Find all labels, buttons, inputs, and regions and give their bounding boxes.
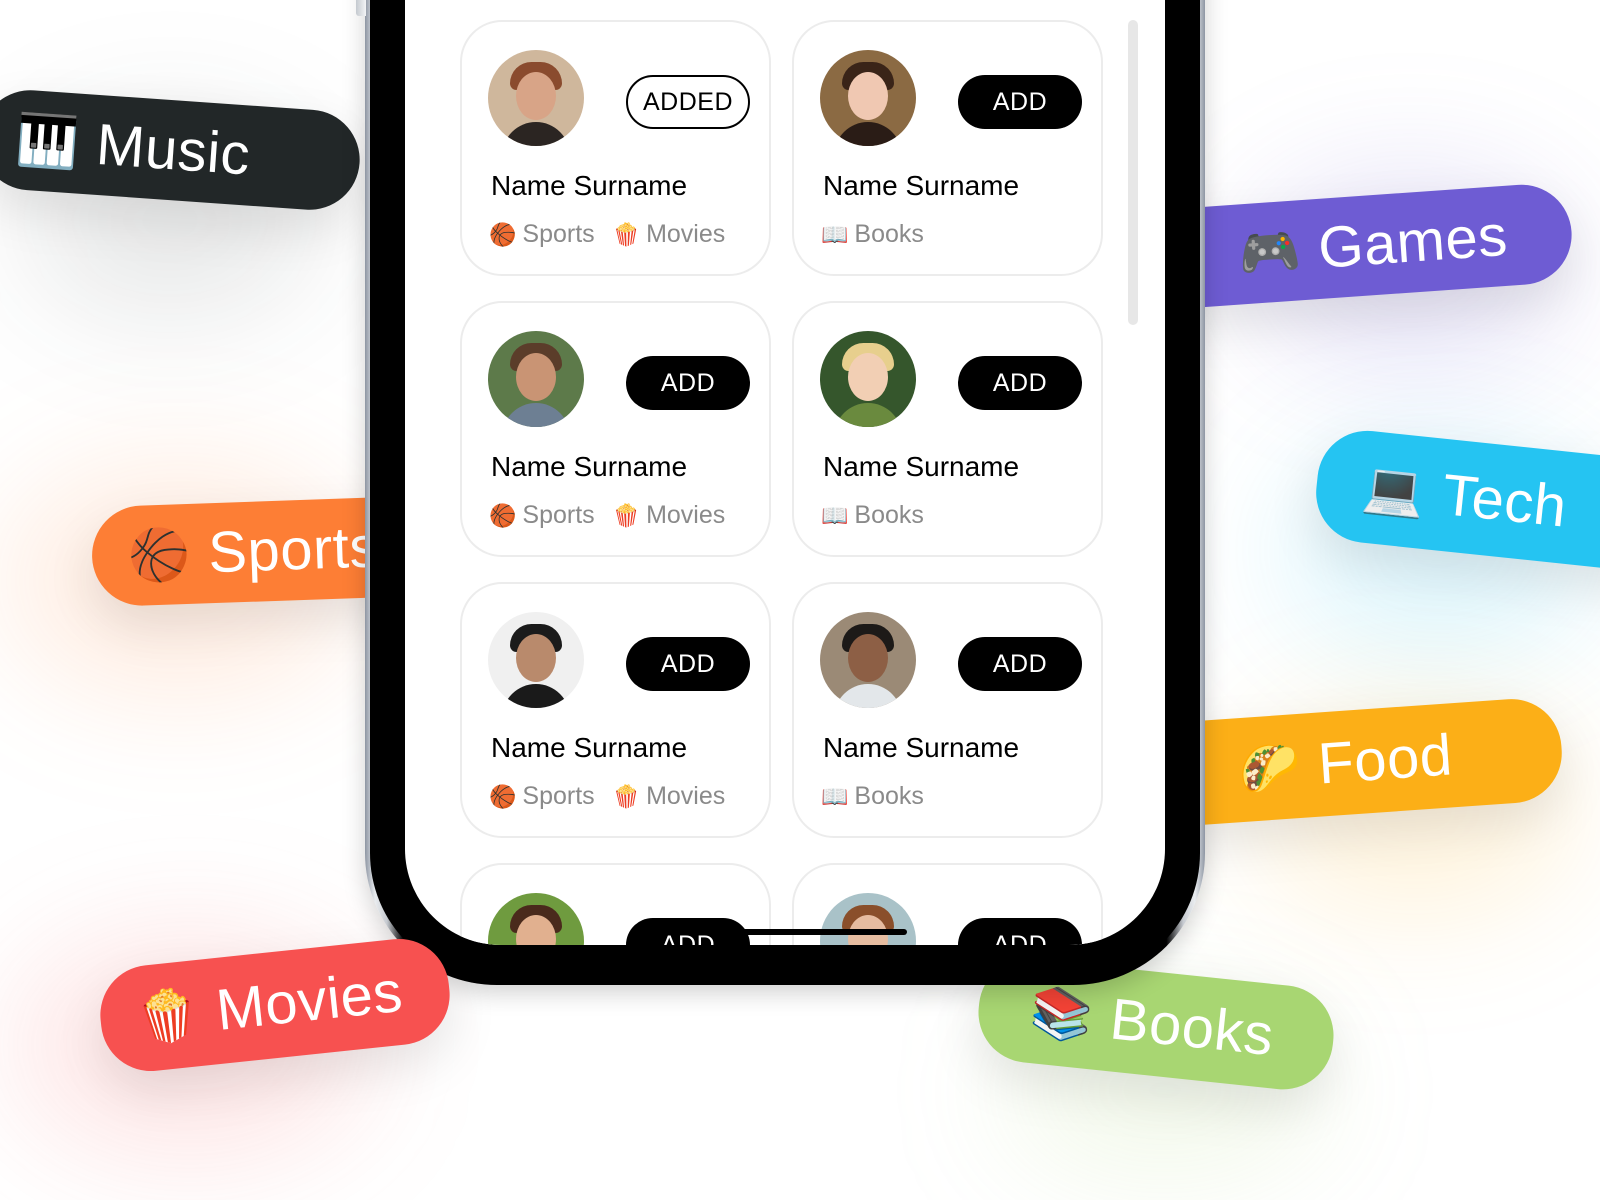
person-name: Name Surname	[823, 451, 1020, 482]
tag-label: Sports	[522, 220, 595, 248]
person-name: Name Surname	[823, 732, 1020, 763]
tag-label: Movies	[646, 220, 726, 248]
pill-label: Books	[1107, 986, 1277, 1069]
add-button[interactable]: ADD	[626, 918, 750, 945]
interest-tags: 🏀 Sports 🍿 Movies	[489, 220, 725, 249]
phone-side-button	[356, 0, 366, 16]
interest-tags: 📖 Books	[821, 782, 924, 811]
avatar	[820, 612, 916, 708]
basketball-icon: 🏀	[489, 221, 517, 247]
add-button[interactable]: ADD	[958, 637, 1082, 691]
game-controller-icon: 🎮	[1236, 222, 1303, 283]
popcorn-icon: 🍿	[612, 502, 641, 528]
avatar	[488, 612, 584, 708]
open-book-icon: 📖	[821, 502, 849, 528]
interest-tag-sports: 🏀 Sports	[489, 501, 595, 530]
tag-label: Books	[854, 782, 924, 810]
tag-label: Movies	[646, 501, 726, 529]
avatar	[488, 893, 584, 945]
avatar	[820, 331, 916, 427]
tag-label: Sports	[522, 782, 595, 810]
add-button[interactable]: ADD	[958, 918, 1082, 945]
interest-tag-movies: 🍿 Movies	[613, 782, 726, 811]
pill-label: Games	[1316, 202, 1510, 281]
taco-icon: 🌮	[1236, 737, 1303, 799]
person-card[interactable]: ADD Name Surname 📖 Books	[792, 301, 1103, 557]
person-card[interactable]: ADD Name Surname 📖 Books	[792, 582, 1103, 838]
pill-label: Tech	[1439, 461, 1570, 540]
tag-label: Sports	[522, 501, 595, 529]
pill-label: Music	[94, 111, 253, 188]
interest-tags: 📖 Books	[821, 220, 924, 249]
popcorn-icon: 🍿	[612, 783, 641, 809]
category-pill-games[interactable]: 🎮 Games	[1147, 181, 1575, 311]
add-button[interactable]: ADD	[626, 637, 750, 691]
interest-tag-movies: 🍿 Movies	[613, 501, 726, 530]
popcorn-icon: 🍿	[133, 985, 202, 1048]
interest-tags: 📖 Books	[821, 501, 924, 530]
person-card[interactable]: ADD Name Surname 🏀 Sports 🍿 Movies	[460, 863, 771, 945]
person-name: Name Surname	[491, 451, 688, 482]
added-button[interactable]: ADDED	[626, 75, 750, 129]
phone-screen: ADDED Name Surname 🏀 Sports 🍿 Movies ADD…	[405, 0, 1165, 945]
person-card[interactable]: ADD Name Surname 📖 Books	[792, 20, 1103, 276]
home-indicator[interactable]	[737, 929, 907, 935]
add-button[interactable]: ADD	[626, 356, 750, 410]
tag-label: Books	[854, 220, 924, 248]
interest-tag-movies: 🍿 Movies	[613, 220, 726, 249]
category-pill-music[interactable]: 🎹 Music	[0, 86, 364, 214]
popcorn-icon: 🍿	[612, 221, 641, 247]
category-pill-food[interactable]: 🌮 Food	[1146, 695, 1566, 829]
interest-tag-books: 📖 Books	[821, 782, 924, 811]
tag-label: Books	[854, 501, 924, 529]
basketball-icon: 🏀	[127, 525, 192, 585]
avatar	[820, 893, 916, 945]
interest-tags: 🏀 Sports 🍿 Movies	[489, 501, 725, 530]
person-card[interactable]: ADDED Name Surname 🏀 Sports 🍿 Movies	[460, 20, 771, 276]
avatar	[488, 331, 584, 427]
pill-label: Movies	[213, 958, 406, 1043]
basketball-icon: 🏀	[489, 783, 517, 809]
interest-tag-sports: 🏀 Sports	[489, 220, 595, 249]
add-button[interactable]: ADD	[958, 356, 1082, 410]
open-book-icon: 📖	[821, 221, 849, 247]
piano-icon: 🎹	[14, 111, 81, 172]
interest-tag-sports: 🏀 Sports	[489, 782, 595, 811]
basketball-icon: 🏀	[489, 502, 517, 528]
pill-label: Sports	[207, 514, 380, 586]
add-button[interactable]: ADD	[958, 75, 1082, 129]
pill-label: Food	[1316, 722, 1455, 797]
laptop-icon: 💻	[1359, 458, 1428, 521]
person-name: Name Surname	[491, 170, 688, 201]
person-name: Name Surname	[491, 732, 688, 763]
phone-mockup: ADDED Name Surname 🏀 Sports 🍿 Movies ADD…	[356, 0, 1205, 985]
person-card[interactable]: ADD Name Surname 🏀 Sports 🍿 Movies	[460, 301, 771, 557]
books-icon: 📚	[1027, 982, 1096, 1046]
avatar	[820, 50, 916, 146]
phone-bezel: ADDED Name Surname 🏀 Sports 🍿 Movies ADD…	[370, 0, 1200, 980]
category-pill-movies[interactable]: 🍿 Movies	[95, 933, 455, 1077]
open-book-icon: 📖	[821, 783, 849, 809]
avatar	[488, 50, 584, 146]
scrollbar[interactable]	[1128, 20, 1138, 325]
person-card[interactable]: ADD Name Surname 🏀 Sports 🍿 Movies	[460, 582, 771, 838]
interest-tags: 🏀 Sports 🍿 Movies	[489, 782, 725, 811]
interest-tag-books: 📖 Books	[821, 220, 924, 249]
tag-label: Movies	[646, 782, 726, 810]
person-name: Name Surname	[823, 170, 1020, 201]
interest-tag-books: 📖 Books	[821, 501, 924, 530]
category-pill-tech[interactable]: 💻 Tech	[1311, 425, 1600, 579]
